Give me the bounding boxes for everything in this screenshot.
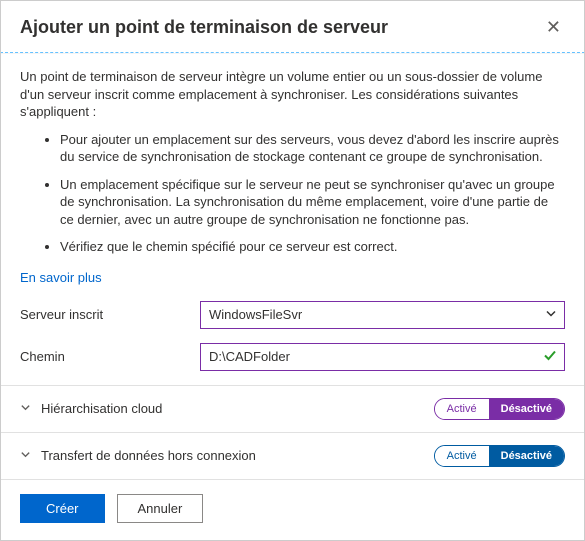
list-item: Un emplacement spécifique sur le serveur… <box>60 176 565 229</box>
close-button[interactable]: ✕ <box>542 14 565 40</box>
cloud-tiering-expander[interactable]: Hiérarchisation cloud <box>20 401 162 416</box>
dialog-title: Ajouter un point de terminaison de serve… <box>20 17 388 38</box>
path-input[interactable] <box>200 343 565 371</box>
cancel-button[interactable]: Annuler <box>117 494 204 523</box>
considerations-list: Pour ajouter un emplacement sur des serv… <box>20 131 565 256</box>
check-icon <box>543 348 557 365</box>
offline-transfer-title: Transfert de données hors connexion <box>41 448 256 463</box>
server-label: Serveur inscrit <box>20 307 200 322</box>
chevron-down-icon <box>20 449 31 463</box>
chevron-down-icon <box>20 402 31 416</box>
offline-transfer-toggle[interactable]: Activé Désactivé <box>434 445 565 467</box>
close-icon: ✕ <box>546 17 561 37</box>
list-item: Pour ajouter un emplacement sur des serv… <box>60 131 565 166</box>
toggle-on[interactable]: Activé <box>435 399 489 419</box>
registered-server-select[interactable]: WindowsFileSvr <box>200 301 565 329</box>
offline-transfer-expander[interactable]: Transfert de données hors connexion <box>20 448 256 463</box>
learn-more-link[interactable]: En savoir plus <box>20 270 102 285</box>
header-divider <box>0 52 585 54</box>
list-item: Vérifiez que le chemin spécifié pour ce … <box>60 238 565 256</box>
cloud-tiering-toggle[interactable]: Activé Désactivé <box>434 398 565 420</box>
toggle-off[interactable]: Désactivé <box>489 399 564 419</box>
intro-text: Un point de terminaison de serveur intèg… <box>20 68 565 121</box>
toggle-on[interactable]: Activé <box>435 446 489 466</box>
cloud-tiering-title: Hiérarchisation cloud <box>41 401 162 416</box>
create-button[interactable]: Créer <box>20 494 105 523</box>
path-label: Chemin <box>20 349 200 364</box>
toggle-off[interactable]: Désactivé <box>489 446 564 466</box>
